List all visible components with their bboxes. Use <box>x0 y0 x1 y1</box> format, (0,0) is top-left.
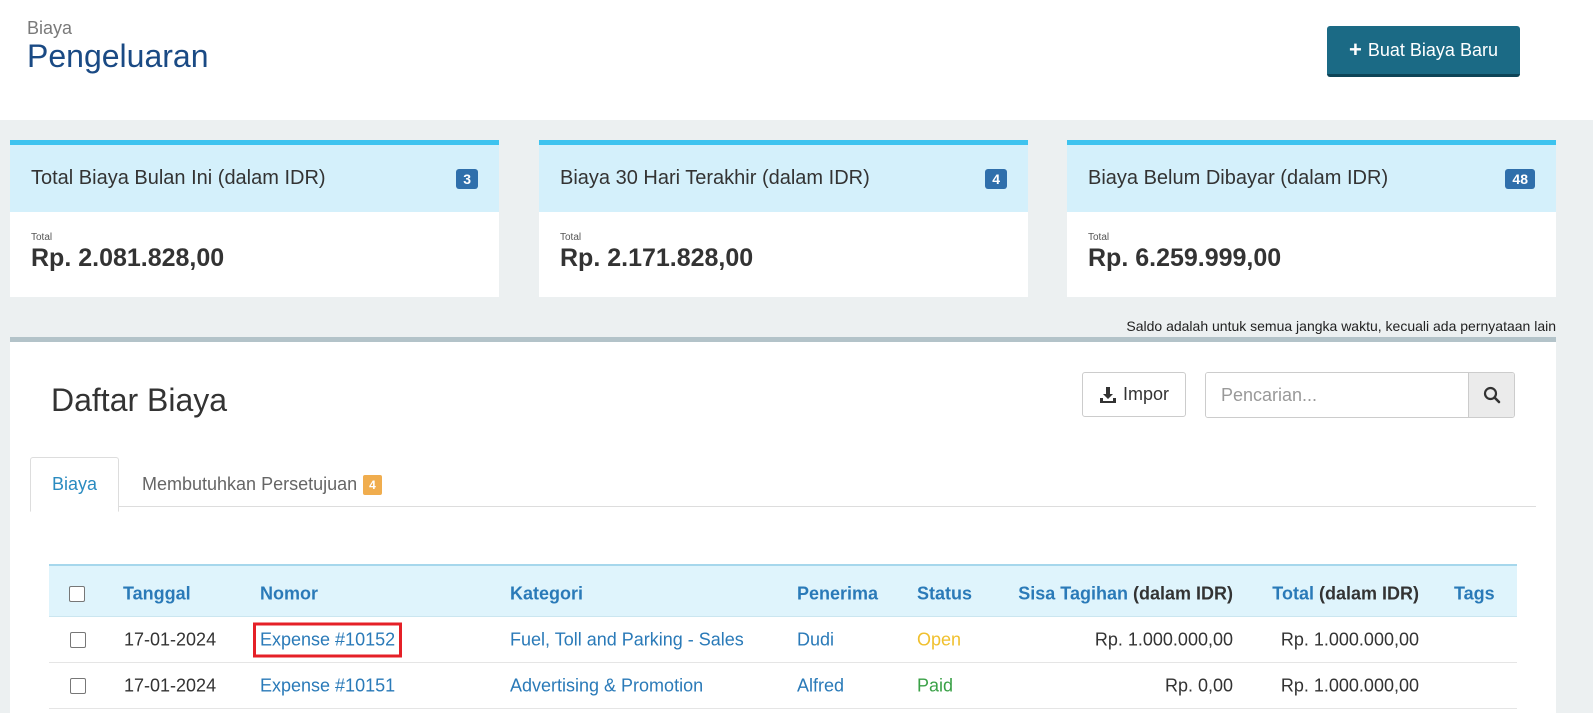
row-expense-number-link[interactable]: Expense #10152 <box>252 622 403 657</box>
summary-card-month: Total Biaya Bulan Ini (dalam IDR) 3 Tota… <box>10 140 499 297</box>
col-sisa-tagihan: Sisa Tagihan (dalam IDR) <box>1018 584 1233 605</box>
tab-needs-approval[interactable]: Membutuhkan Persetujuan 4 <box>142 457 382 512</box>
row-date: 17-01-2024 <box>124 629 217 649</box>
row-status: Paid <box>917 675 954 695</box>
row-status: Open <box>917 629 962 649</box>
row-expense-number-link[interactable]: Expense #10151 <box>260 675 395 696</box>
col-total: Total (dalam IDR) <box>1272 584 1419 605</box>
approval-count-badge: 4 <box>363 474 382 495</box>
table-header: Tanggal Nomor Kategori Penerima Status S… <box>49 564 1517 617</box>
card-value: Rp. 6.259.999,00 <box>1088 244 1282 272</box>
col-sisa-suffix: (dalam IDR) <box>1132 583 1233 604</box>
card-value: Rp. 2.171.828,00 <box>560 244 754 272</box>
balance-note: Saldo adalah untuk semua jangka waktu, k… <box>1126 318 1556 334</box>
card-label: Total <box>1088 232 1110 243</box>
search-button[interactable] <box>1468 373 1514 417</box>
create-expense-label: Buat Biaya Baru <box>1367 39 1498 60</box>
col-nomor[interactable]: Nomor <box>260 584 318 605</box>
row-recipient-link[interactable]: Dudi <box>797 629 834 650</box>
row-total: Rp. 1.000.000,00 <box>1280 675 1419 695</box>
col-kategori[interactable]: Kategori <box>510 584 583 605</box>
import-label: Impor <box>1122 384 1169 404</box>
table-row: 17-01-2024 Expense #10151 Advertising & … <box>49 663 1517 709</box>
plus-icon: + <box>1349 37 1362 62</box>
card-value: Rp. 2.081.828,00 <box>31 244 225 272</box>
row-checkbox[interactable] <box>70 677 86 694</box>
card-count-badge: 4 <box>985 168 1007 189</box>
row-remaining: Rp. 0,00 <box>1164 675 1233 695</box>
expense-table: Tanggal Nomor Kategori Penerima Status S… <box>49 564 1517 709</box>
card-title: Total Biaya Bulan Ini (dalam IDR) <box>31 167 326 189</box>
create-expense-button[interactable]: + Buat Biaya Baru <box>1327 26 1520 77</box>
search-icon <box>1483 386 1500 404</box>
card-count-badge: 48 <box>1505 168 1535 189</box>
card-title: Biaya Belum Dibayar (dalam IDR) <box>1088 167 1389 189</box>
col-total-suffix: (dalam IDR) <box>1318 583 1419 604</box>
col-tanggal[interactable]: Tanggal <box>123 584 191 605</box>
col-penerima[interactable]: Penerima <box>797 584 878 605</box>
page-header: Biaya Pengeluaran + Buat Biaya Baru <box>0 0 1593 120</box>
card-label: Total <box>560 232 582 243</box>
card-title: Biaya 30 Hari Terakhir (dalam IDR) <box>560 167 870 189</box>
breadcrumb[interactable]: Biaya <box>27 18 72 39</box>
page-title: Pengeluaran <box>27 38 209 74</box>
row-recipient-link[interactable]: Alfred <box>797 675 844 696</box>
import-button[interactable]: Impor <box>1082 372 1186 417</box>
import-icon <box>1099 386 1116 403</box>
expense-list-panel: Daftar Biaya Impor Biaya Membutuhkan Per… <box>10 337 1556 713</box>
row-date: 17-01-2024 <box>124 675 217 695</box>
row-total: Rp. 1.000.000,00 <box>1280 629 1419 649</box>
select-all-checkbox[interactable] <box>69 586 85 602</box>
search-box <box>1205 372 1515 418</box>
table-row: 17-01-2024 Expense #10152 Fuel, Toll and… <box>49 617 1517 663</box>
search-input[interactable] <box>1206 373 1468 417</box>
row-category-link[interactable]: Advertising & Promotion <box>510 675 703 696</box>
tab-label: Membutuhkan Persetujuan <box>142 474 358 494</box>
card-count-badge: 3 <box>456 168 478 189</box>
col-total-label[interactable]: Total <box>1272 584 1314 604</box>
col-tags[interactable]: Tags <box>1454 584 1495 605</box>
col-sisa-label[interactable]: Sisa Tagihan <box>1018 584 1128 604</box>
tab-bar: Biaya Membutuhkan Persetujuan 4 <box>30 452 1536 512</box>
row-category-link[interactable]: Fuel, Toll and Parking - Sales <box>510 629 744 650</box>
row-remaining: Rp. 1.000.000,00 <box>1094 629 1233 649</box>
col-status[interactable]: Status <box>917 584 972 605</box>
tab-biaya[interactable]: Biaya <box>30 457 119 512</box>
card-label: Total <box>31 232 53 243</box>
row-checkbox[interactable] <box>70 631 86 648</box>
list-title: Daftar Biaya <box>51 382 228 418</box>
summary-card-unpaid: Biaya Belum Dibayar (dalam IDR) 48 Total… <box>1067 140 1556 297</box>
summary-card-30-days: Biaya 30 Hari Terakhir (dalam IDR) 4 Tot… <box>539 140 1028 297</box>
